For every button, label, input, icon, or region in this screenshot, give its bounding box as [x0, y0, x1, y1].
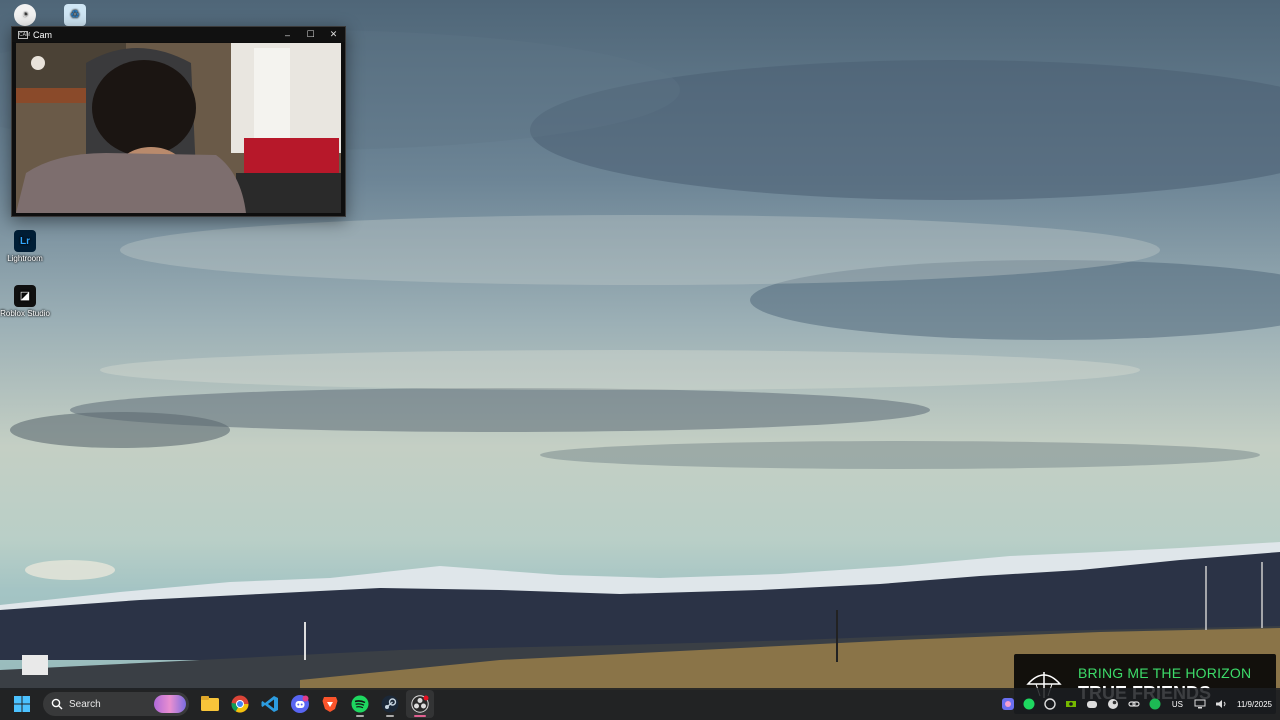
search-highlight-art [154, 695, 186, 713]
tray-nvidia[interactable] [1061, 693, 1082, 715]
start-button[interactable] [8, 690, 36, 718]
running-indicator [356, 715, 364, 717]
maximize-button[interactable]: ☐ [299, 27, 322, 42]
spotify-icon [351, 695, 369, 713]
language-indicator[interactable]: US [1166, 700, 1189, 709]
taskbar-spotify[interactable] [346, 690, 374, 718]
taskbar-chrome[interactable] [226, 690, 254, 718]
desktop-icon-label: Lightroom [7, 254, 43, 263]
camera-app-icon: CAM [18, 30, 31, 39]
lightroom-icon: Lr [14, 230, 36, 252]
tray-spotify-green[interactable] [1145, 693, 1166, 715]
github-icon [1044, 698, 1057, 710]
spotify-green-icon [1149, 698, 1161, 710]
desktop-icon-label: Roblox Studio [0, 309, 50, 318]
tray-link[interactable] [1124, 693, 1145, 715]
tray-steam[interactable] [1103, 693, 1124, 715]
search-label: Search [69, 698, 101, 710]
volume-icon [1215, 700, 1225, 708]
spotify-tray-icon [1023, 698, 1035, 710]
windows-logo-icon [14, 696, 30, 712]
system-tray: US 11/9/2025 [998, 688, 1280, 720]
running-indicator [414, 715, 426, 717]
tray-spotify[interactable] [1019, 693, 1040, 715]
tray-copilot[interactable] [998, 693, 1019, 715]
nvidia-icon [1066, 701, 1077, 707]
search-icon [51, 698, 63, 710]
recycle-bin-icon: ♻ [64, 4, 86, 26]
link-icon [1128, 701, 1140, 707]
discord-icon [291, 695, 309, 713]
roblox-studio-icon: ◪ [14, 285, 36, 307]
network-icon [1194, 699, 1205, 709]
cam-titlebar[interactable]: CAM Cam – ☐ ✕ [12, 27, 345, 42]
brave-icon [322, 697, 338, 712]
chrome-icon [231, 695, 249, 713]
clock-date: 11/9/2025 [1237, 699, 1272, 709]
brave-desktop-icon[interactable]: ◔ [0, 4, 50, 28]
recycle-bin-desktop-icon[interactable]: ♻ [50, 4, 100, 28]
steam-tray-icon [1108, 699, 1119, 709]
taskbar-brave[interactable] [316, 690, 344, 718]
minimize-button[interactable]: – [276, 27, 299, 42]
window-title: Cam [33, 29, 53, 40]
running-indicator [386, 715, 394, 717]
discord-tray-icon [1087, 701, 1098, 708]
webcam-feed [16, 43, 341, 213]
desktop-icon-roblox-studio[interactable]: ◪ Roblox Studio [0, 285, 50, 318]
tray-github[interactable] [1040, 693, 1061, 715]
file-explorer-icon [201, 696, 219, 711]
desktop-icon-lightroom[interactable]: Lr Lightroom [0, 230, 50, 263]
tray-discord[interactable] [1082, 693, 1103, 715]
taskbar-clock[interactable]: 11/9/2025 [1231, 699, 1280, 710]
taskbar-steam[interactable] [376, 690, 404, 718]
taskbar-search[interactable]: Search [43, 692, 189, 716]
taskbar-file-explorer[interactable] [196, 690, 224, 718]
cam-window[interactable]: CAM Cam – ☐ ✕ [11, 26, 346, 217]
now-playing-artist: BRING ME THE HORIZON [1078, 664, 1252, 681]
close-button[interactable]: ✕ [322, 27, 345, 42]
taskbar: Search US 11/9/2025 [0, 688, 1280, 720]
copilot-icon [1002, 698, 1015, 710]
obs-icon [411, 695, 429, 713]
vscode-icon [261, 696, 278, 712]
tray-volume[interactable] [1210, 693, 1231, 715]
taskbar-obs[interactable] [406, 690, 434, 718]
taskbar-discord[interactable] [286, 690, 314, 718]
brave-browser-icon: ◔ [14, 4, 36, 26]
tray-network[interactable] [1189, 693, 1210, 715]
taskbar-vscode[interactable] [256, 690, 284, 718]
steam-icon [381, 695, 399, 713]
